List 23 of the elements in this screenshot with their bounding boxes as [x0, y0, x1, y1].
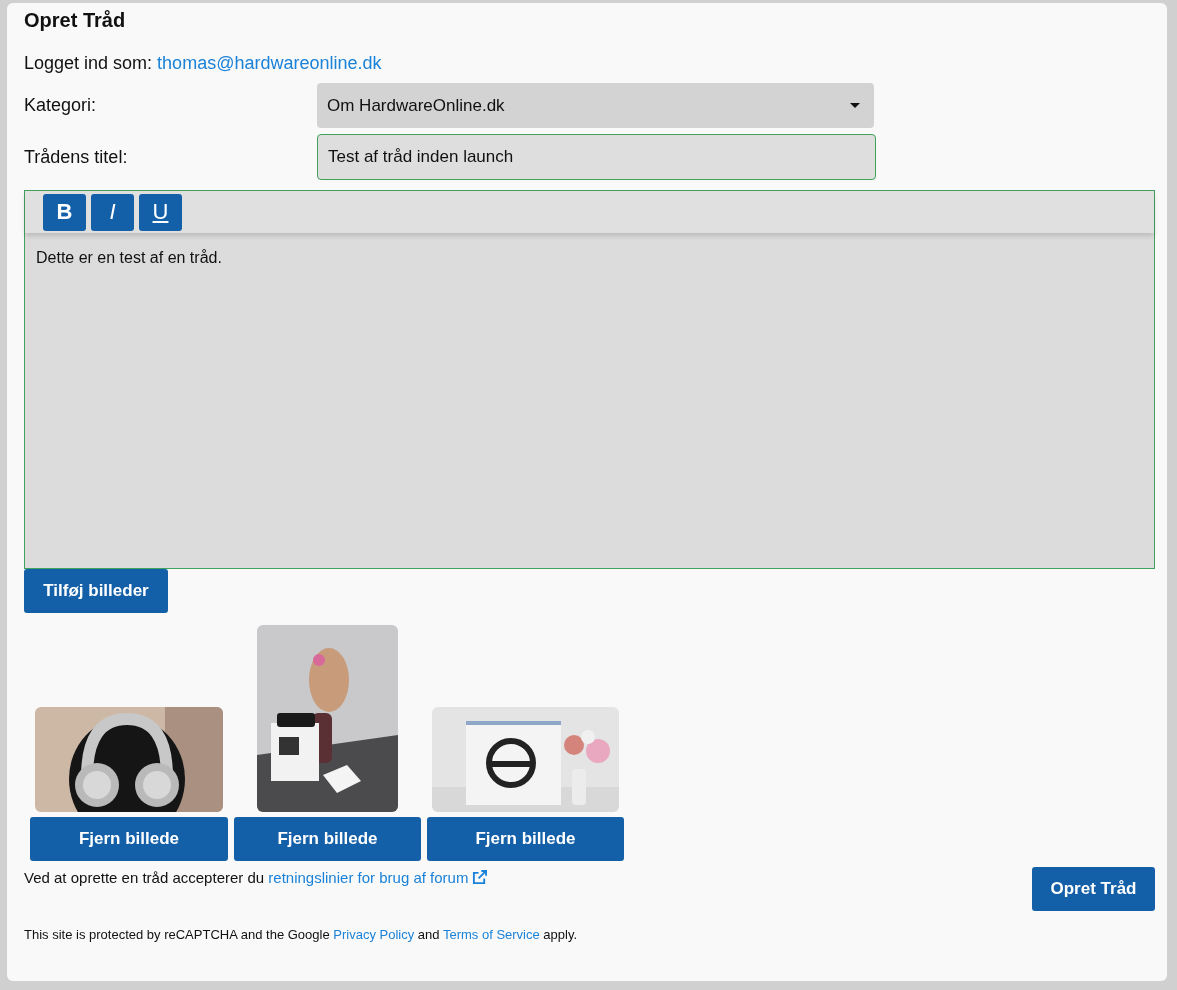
privacy-policy-link[interactable]: Privacy Policy — [333, 927, 415, 942]
guidelines-link[interactable]: retningslinier for brug af forum — [268, 869, 488, 886]
format-button[interactable]: I — [91, 193, 134, 231]
format-button[interactable]: U — [139, 193, 182, 231]
remove-image-button[interactable]: Fjern billede — [30, 817, 228, 861]
email-link[interactable]: thomas@hardwareonline.dk — [157, 53, 382, 73]
page-title: Opret Tråd — [24, 8, 127, 32]
title-label: Trådens titel: — [24, 146, 129, 168]
terms-link[interactable]: Terms of Service — [442, 927, 540, 942]
category-select[interactable]: Om HardwareOnline.dk — [317, 83, 874, 128]
category-label: Kategori: — [24, 95, 98, 116]
title-field[interactable]: Test af tråd inden launch — [317, 134, 876, 180]
remove-image-button[interactable]: Fjern billede — [427, 817, 624, 861]
editor-text[interactable]: Dette er en test af en tråd. — [25, 233, 1154, 283]
add-images-button[interactable]: Tilføj billeder — [24, 569, 168, 613]
caret-icon — [850, 103, 860, 108]
remove-image-button[interactable]: Fjern billede — [234, 817, 421, 861]
recaptcha-notice: This site is protected by reCAPTCHA and the Google Privacy Policy and Terms of Service apply. — [24, 927, 579, 942]
logged-in-text: Logget ind som: thomas@hardwareonline.dk — [24, 52, 383, 74]
submit-button[interactable]: Opret Tråd — [1032, 867, 1155, 911]
format-button[interactable]: B — [43, 193, 86, 231]
terms-text: Ved at oprette en tråd accepterer du retningslinier for brug af forum — [24, 869, 488, 886]
external-link-icon — [472, 870, 488, 885]
